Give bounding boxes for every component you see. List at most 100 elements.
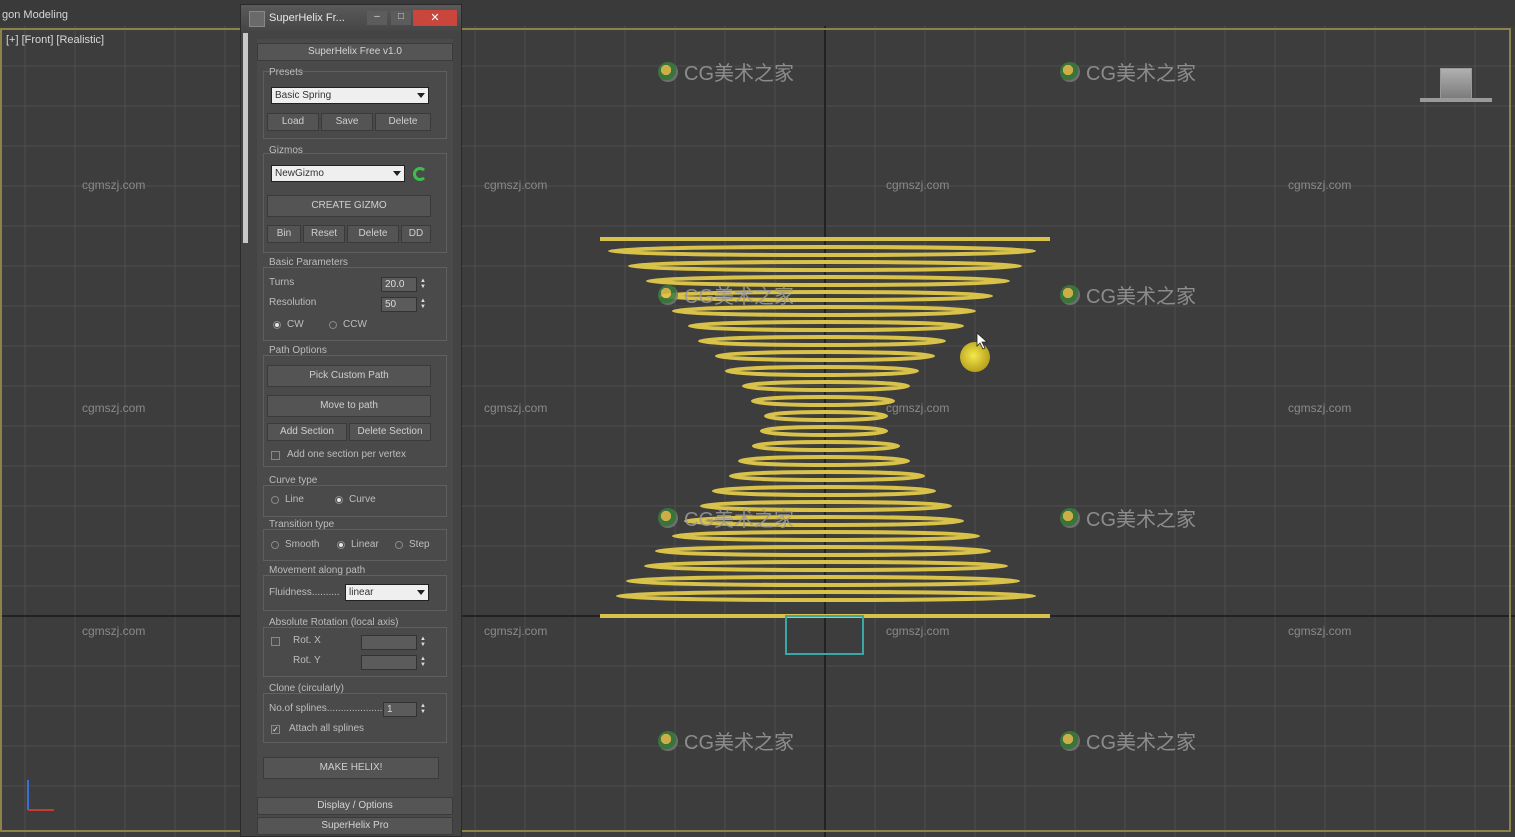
- close-button[interactable]: ✕: [413, 10, 457, 26]
- watermark-text: cgmszj.com: [484, 624, 548, 638]
- fluidness-selected: linear: [349, 587, 374, 598]
- watermark-text: cgmszj.com: [1288, 401, 1352, 415]
- delete-section-button[interactable]: Delete Section: [349, 423, 431, 441]
- one-section-per-vertex-checkbox[interactable]: [271, 451, 280, 460]
- spinner-arrows-icon[interactable]: ▲ ▼: [420, 278, 428, 291]
- chevron-down-icon: [417, 590, 425, 595]
- app-icon: [249, 11, 265, 27]
- splines-label: No.of splines........................: [269, 703, 394, 714]
- attach-splines-checkbox[interactable]: ✓: [271, 725, 280, 734]
- smooth-label: Smooth: [285, 539, 320, 550]
- rotation-checkbox[interactable]: [271, 637, 280, 646]
- axis-tripod-icon: [27, 780, 54, 811]
- brand-logo-icon: [658, 61, 678, 82]
- window-titlebar[interactable]: SuperHelix Fr... – □ ✕: [241, 5, 461, 31]
- gizmo-selected: NewGizmo: [275, 168, 324, 179]
- watermark-text: cgmszj.com: [1288, 624, 1352, 638]
- gizmo-dd-button[interactable]: DD: [401, 225, 431, 243]
- viewcube-icon[interactable]: [1440, 68, 1472, 100]
- turns-spinner[interactable]: 20.0 ▲ ▼: [381, 277, 426, 292]
- curve-radio[interactable]: [335, 496, 343, 504]
- gizmo-reset-button[interactable]: Reset: [303, 225, 345, 243]
- spinner-arrows-icon[interactable]: ▲ ▼: [420, 636, 428, 649]
- viewcube-base: [1420, 98, 1492, 102]
- make-helix-button[interactable]: MAKE HELIX!: [263, 757, 439, 779]
- watermark-brand: CG美术之家: [1060, 726, 1196, 755]
- chevron-down-icon: [417, 93, 425, 98]
- watermark-brand-text: CG美术之家: [1086, 732, 1196, 754]
- presets-delete-button[interactable]: Delete: [375, 113, 431, 131]
- spinner-arrows-icon[interactable]: ▲ ▼: [420, 656, 428, 669]
- watermark-text: cgmszj.com: [82, 624, 146, 638]
- spinner-arrows-icon[interactable]: ▲ ▼: [420, 298, 428, 311]
- cw-label: CW: [287, 319, 304, 330]
- line-radio[interactable]: [271, 496, 279, 504]
- rotation-label: Absolute Rotation (local axis): [269, 617, 399, 628]
- smooth-radio[interactable]: [271, 541, 279, 549]
- watermark-brand: CG美术之家: [1060, 280, 1196, 309]
- gizmos-label: Gizmos: [269, 145, 303, 156]
- step-radio[interactable]: [395, 541, 403, 549]
- viewport-label[interactable]: [+] [Front] [Realistic]: [6, 34, 104, 46]
- rollout-header-main[interactable]: SuperHelix Free v1.0: [257, 43, 453, 61]
- add-section-button[interactable]: Add Section: [267, 423, 347, 441]
- front-viewport[interactable]: [+] [Front] [Realistic] cgmszj.com cgmsz…: [0, 26, 1515, 837]
- display-options-label: Display / Options: [317, 800, 393, 811]
- cw-radio[interactable]: [273, 321, 281, 329]
- watermark-text: cgmszj.com: [484, 178, 548, 192]
- watermark-text: cgmszj.com: [1288, 178, 1352, 192]
- refresh-icon[interactable]: [413, 167, 427, 181]
- rollout-superhelix-pro[interactable]: SuperHelix Pro: [257, 817, 453, 835]
- turns-value: 20.0: [385, 279, 405, 290]
- presets-load-button[interactable]: Load: [267, 113, 319, 131]
- minimize-button[interactable]: –: [367, 11, 387, 25]
- gizmo-dropdown[interactable]: NewGizmo: [271, 165, 405, 182]
- rotation-group: [263, 627, 447, 677]
- step-label: Step: [409, 539, 430, 550]
- pick-custom-path-button[interactable]: Pick Custom Path: [267, 365, 431, 387]
- rot-x-spinner[interactable]: ▲ ▼: [361, 635, 426, 650]
- ribbon-tab-polygon-modeling[interactable]: gon Modeling: [2, 9, 68, 21]
- create-gizmo-button[interactable]: CREATE GIZMO: [267, 195, 431, 217]
- top-toolbar: gon Modeling: [0, 0, 1515, 27]
- ccw-radio[interactable]: [329, 321, 337, 329]
- linear-radio[interactable]: [337, 541, 345, 549]
- transition-type-label: Transition type: [269, 519, 335, 530]
- movement-label: Movement along path: [269, 565, 366, 576]
- resolution-spinner[interactable]: 50 ▲ ▼: [381, 297, 426, 312]
- superhelix-window[interactable]: SuperHelix Fr... – □ ✕ SuperHelix Free v…: [240, 4, 462, 837]
- basic-parameters-label: Basic Parameters: [269, 257, 348, 268]
- watermark-brand-text: CG美术之家: [1086, 509, 1196, 531]
- one-section-per-vertex-label: Add one section per vertex: [287, 449, 406, 460]
- splines-value: 1: [387, 704, 393, 715]
- watermark-text: cgmszj.com: [886, 178, 950, 192]
- rot-y-label: Rot. Y: [293, 655, 321, 666]
- brand-logo-icon: [1060, 284, 1080, 305]
- curve-type-label: Curve type: [269, 475, 318, 486]
- presets-save-button[interactable]: Save: [321, 113, 373, 131]
- watermark-text: cgmszj.com: [82, 178, 146, 192]
- watermark-brand: CG美术之家: [1060, 503, 1196, 532]
- watermark-brand: CG美术之家: [658, 503, 794, 532]
- gizmo-bin-button[interactable]: Bin: [267, 225, 301, 243]
- rot-y-spinner[interactable]: ▲ ▼: [361, 655, 426, 670]
- brand-logo-icon: [658, 284, 678, 305]
- superhelix-pro-label: SuperHelix Pro: [321, 820, 389, 831]
- turns-label: Turns: [269, 277, 295, 288]
- rollout-display-options[interactable]: Display / Options: [257, 797, 453, 815]
- maximize-button[interactable]: □: [391, 11, 411, 25]
- splines-spinner[interactable]: 1 ▲ ▼: [383, 702, 426, 717]
- fluidness-dropdown[interactable]: linear: [345, 584, 429, 601]
- gizmo-delete-button[interactable]: Delete: [347, 225, 399, 243]
- spinner-arrows-icon[interactable]: ▲ ▼: [420, 703, 428, 716]
- watermark-text: cgmszj.com: [484, 401, 548, 415]
- line-label: Line: [285, 494, 304, 505]
- panel-scrollbar[interactable]: [243, 33, 248, 243]
- fluidness-label: Fluidness..........: [269, 587, 340, 598]
- presets-dropdown[interactable]: Basic Spring: [271, 87, 429, 104]
- move-to-path-button[interactable]: Move to path: [267, 395, 431, 417]
- presets-label: Presets: [269, 67, 303, 78]
- attach-splines-label: Attach all splines: [289, 723, 365, 734]
- active-viewport-border: [0, 28, 1511, 832]
- linear-label: Linear: [351, 539, 379, 550]
